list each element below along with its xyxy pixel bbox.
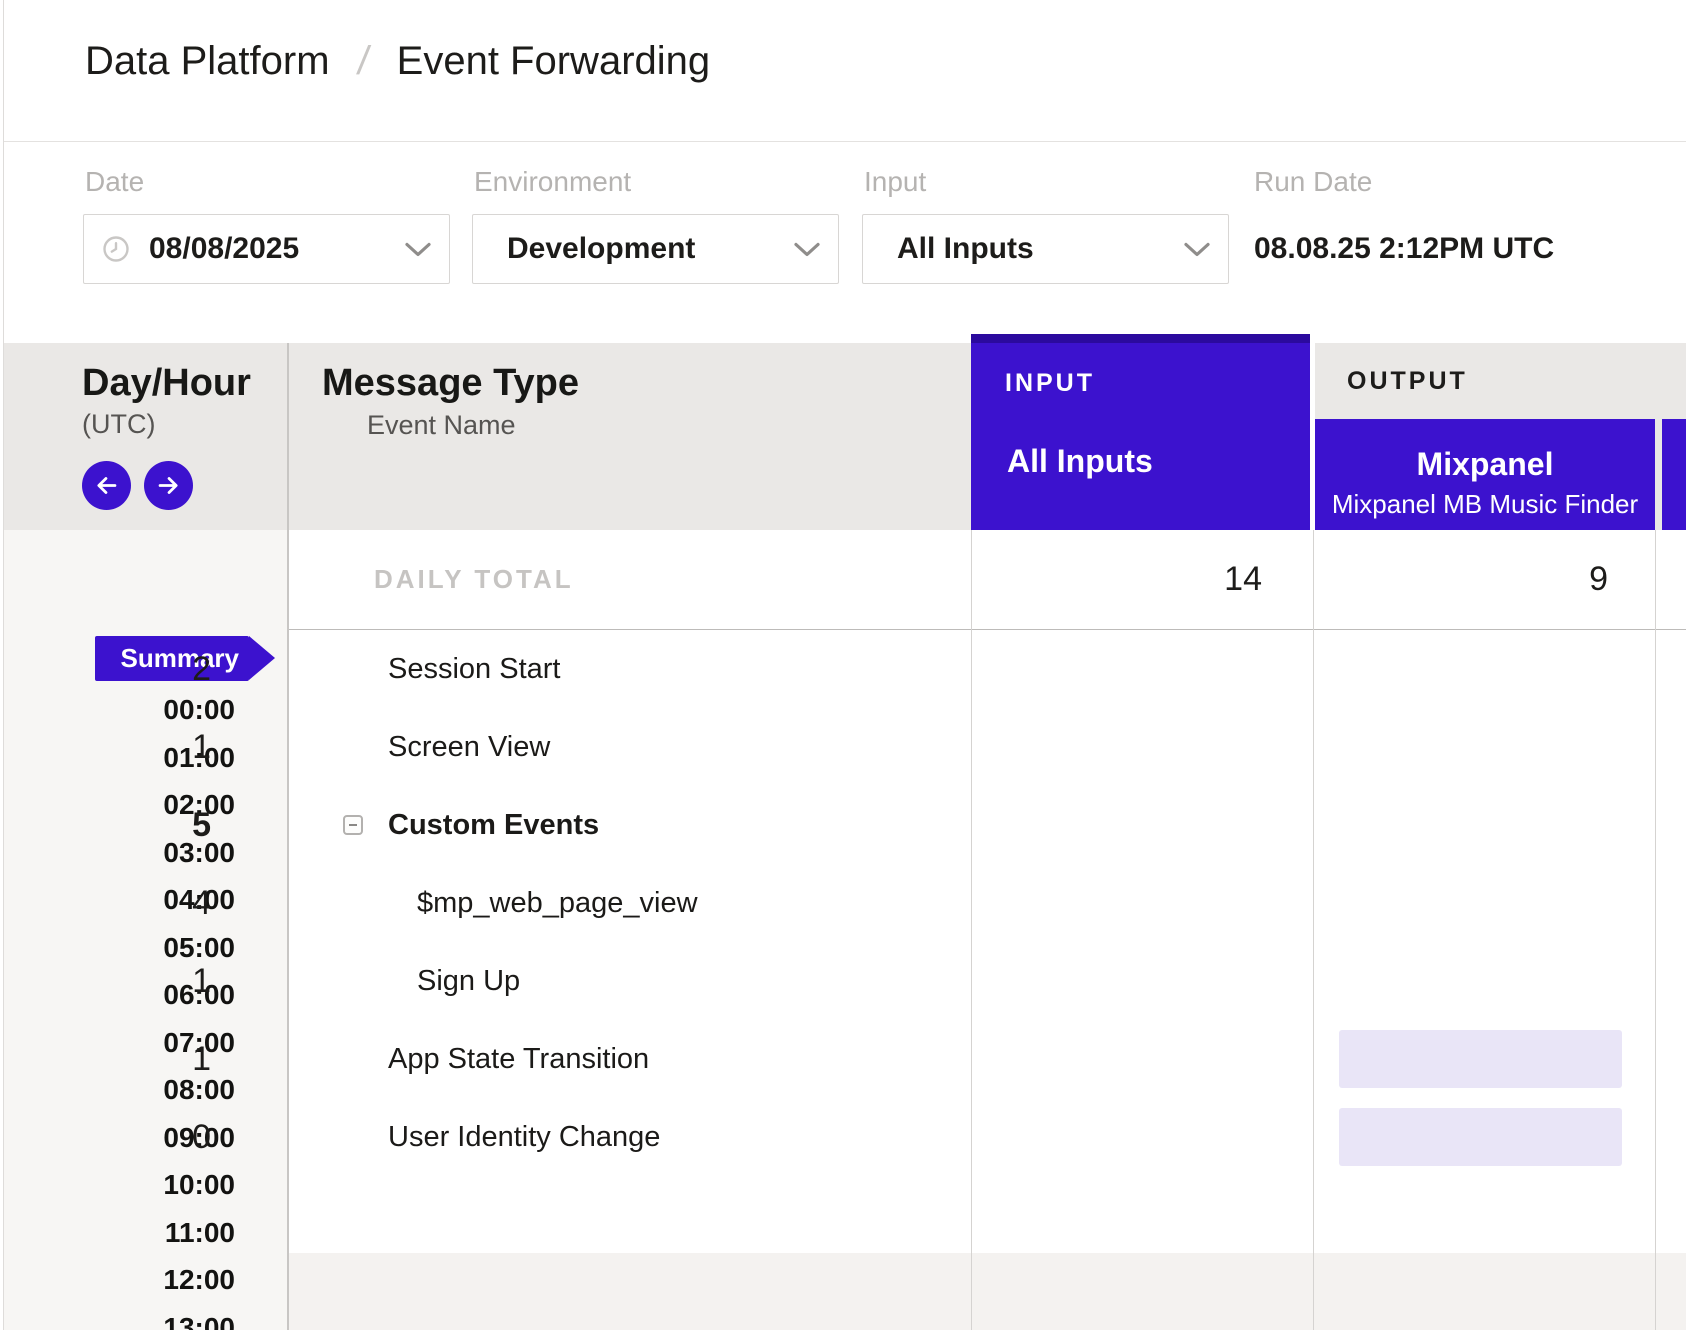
hour-label[interactable]: 13:00 — [85, 1304, 235, 1330]
output-count-value: 5 — [192, 786, 211, 864]
input-column-top-strip — [971, 334, 1310, 343]
output-count-value: 1 — [192, 708, 211, 786]
minus-glyph — [349, 824, 357, 826]
chevron-down-icon — [405, 242, 431, 257]
output-column-header[interactable]: Mixpanel Mixpanel MB Music Finder — [1315, 419, 1655, 530]
next-day-button[interactable] — [144, 461, 193, 510]
day-hour-header: Day/Hour — [82, 362, 251, 405]
hour-label[interactable]: 05:00 — [85, 924, 235, 972]
prev-day-button[interactable] — [82, 461, 131, 510]
summary-row-badge[interactable]: Summary — [95, 636, 249, 681]
output-column-subtitle: Mixpanel MB Music Finder — [1315, 489, 1655, 520]
hour-label[interactable]: 10:00 — [85, 1161, 235, 1209]
clock-icon — [102, 235, 130, 263]
row-label: Session Start — [388, 630, 560, 708]
output-count-value: 1 — [192, 1020, 211, 1098]
hour-label[interactable]: 11:00 — [85, 1209, 235, 1257]
hour-list: 00:0001:0002:0003:0004:0005:0006:0007:00… — [85, 686, 235, 1330]
input-column-header[interactable]: INPUT All Inputs — [971, 343, 1310, 530]
hour-label[interactable]: 07:00 — [85, 1019, 235, 1067]
chevron-down-icon — [794, 242, 820, 257]
hour-label[interactable]: 04:00 — [85, 876, 235, 924]
input-filter-label: Input — [864, 166, 926, 198]
date-filter-label: Date — [85, 166, 144, 198]
row-label: Screen View — [388, 708, 550, 786]
row-label: Sign Up — [417, 942, 520, 1020]
hour-label[interactable]: 03:00 — [85, 829, 235, 877]
arrow-right-icon — [155, 472, 182, 499]
output-count-value: 0 — [192, 1098, 211, 1176]
output-count-value: 2 — [192, 630, 211, 708]
daily-total-input-value: 14 — [1224, 530, 1262, 629]
row-label: App State Transition — [388, 1020, 649, 1098]
summary-label: Summary — [121, 636, 240, 681]
run-date-label: Run Date — [1254, 166, 1372, 198]
date-select[interactable]: 08/08/2025 — [83, 214, 450, 284]
daily-total-row: DAILY TOTAL 14 9 — [289, 530, 1686, 630]
hour-label[interactable]: 02:00 — [85, 781, 235, 829]
daily-total-output-value: 9 — [1589, 530, 1608, 629]
hour-label[interactable]: 06:00 — [85, 971, 235, 1019]
output-count-value: 1 — [192, 942, 211, 1020]
breadcrumb-parent[interactable]: Data Platform — [85, 39, 330, 83]
rail-divider — [287, 343, 289, 1330]
input-column-name: All Inputs — [1007, 443, 1153, 480]
hour-label[interactable]: 01:00 — [85, 734, 235, 782]
hour-label[interactable]: 12:00 — [85, 1256, 235, 1304]
title-bar: Data Platform / Event Forwarding — [4, 0, 1686, 142]
hour-label[interactable]: 00:00 — [85, 686, 235, 734]
output-section-label: OUTPUT — [1347, 367, 1468, 396]
hour-label[interactable]: 09:00 — [85, 1114, 235, 1162]
input-select[interactable]: All Inputs — [862, 214, 1229, 284]
environment-select[interactable]: Development — [472, 214, 839, 284]
arrow-left-icon — [93, 472, 120, 499]
environment-filter-label: Environment — [474, 166, 631, 198]
row-label: $mp_web_page_view — [417, 864, 698, 942]
environment-value: Development — [507, 215, 695, 283]
row-label: User Identity Change — [388, 1098, 660, 1176]
column-divider — [1655, 530, 1656, 1330]
run-date-value: 08.08.25 2:12PM UTC — [1254, 214, 1554, 284]
table-footer-band — [289, 1253, 1686, 1330]
message-type-header: Message Type — [322, 362, 579, 405]
event-forwarding-page: Data Platform / Event Forwarding Date 08/0… — [0, 0, 1686, 1330]
row-label: Custom Events — [388, 786, 599, 864]
input-section-label: INPUT — [1005, 369, 1095, 398]
event-name-subheader: Event Name — [367, 410, 516, 441]
filter-bar: Date 08/08/2025 Environment Development … — [4, 143, 1686, 343]
highlighted-output-cell — [1339, 1108, 1622, 1166]
output-count-value: 4 — [192, 864, 211, 942]
breadcrumb: Data Platform / Event Forwarding — [85, 36, 710, 86]
collapse-minus-icon[interactable] — [343, 815, 363, 835]
output-column-name: Mixpanel — [1315, 446, 1655, 483]
date-value: 08/08/2025 — [149, 215, 299, 283]
column-divider — [1313, 530, 1314, 1330]
column-divider — [971, 530, 972, 1330]
input-value: All Inputs — [897, 215, 1034, 283]
chevron-down-icon — [1184, 242, 1210, 257]
next-output-column-header-partial[interactable] — [1662, 419, 1686, 530]
hour-label[interactable]: 08:00 — [85, 1066, 235, 1114]
day-hour-subheader: (UTC) — [82, 409, 155, 440]
daily-total-label: DAILY TOTAL — [374, 530, 574, 629]
breadcrumb-separator: / — [354, 36, 372, 86]
highlighted-output-cell — [1339, 1030, 1622, 1088]
page-title: Event Forwarding — [397, 39, 710, 83]
